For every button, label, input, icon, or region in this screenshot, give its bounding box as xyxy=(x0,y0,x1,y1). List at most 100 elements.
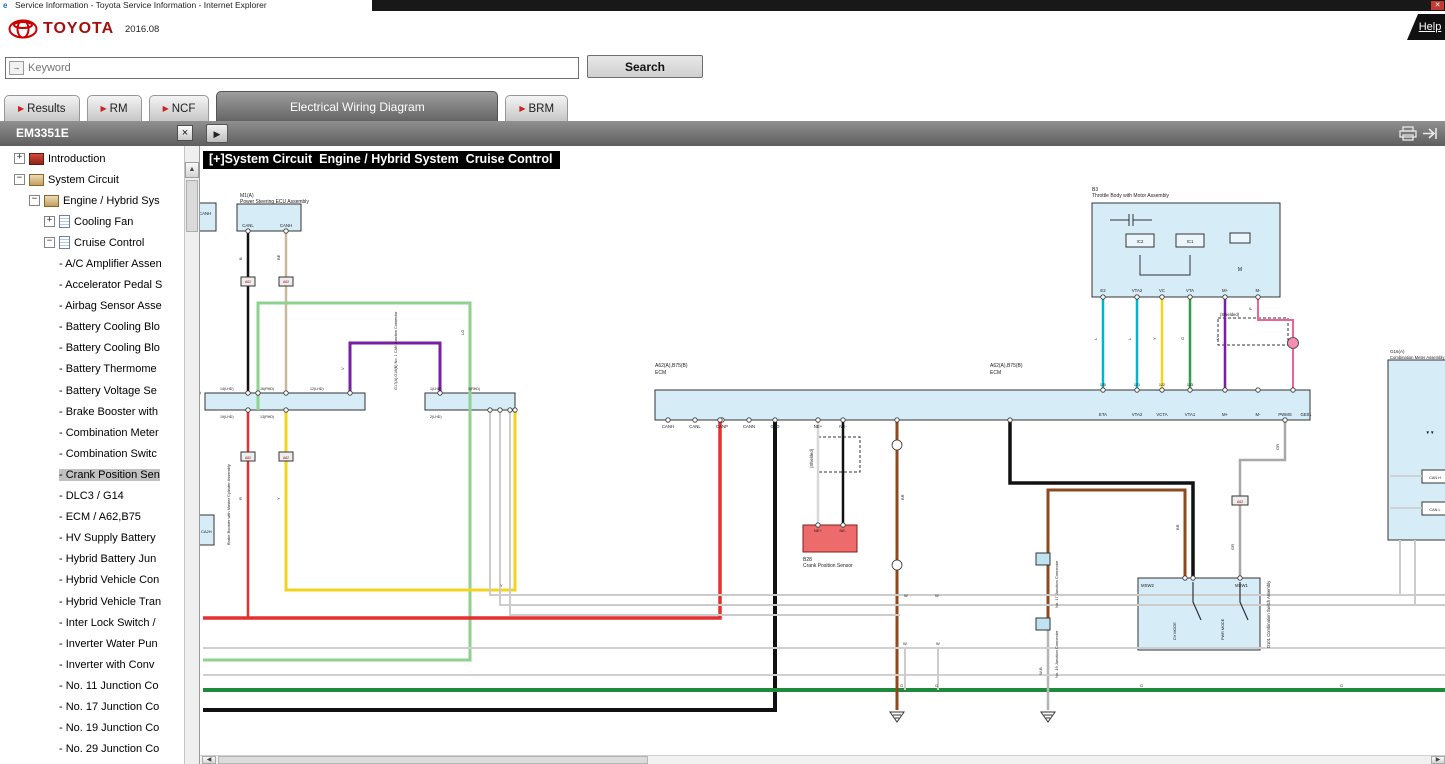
tree-item-hybrid-battery-jun[interactable]: - Hybrid Battery Jun xyxy=(0,549,184,570)
diagram-wire xyxy=(490,410,1445,595)
diagram-label: ETA xyxy=(1099,412,1107,417)
scroll-up-icon[interactable]: ▲ xyxy=(185,162,199,178)
scroll-left-icon[interactable]: ◀ xyxy=(202,756,216,764)
tree-item-battery-voltage-se[interactable]: - Battery Voltage Se xyxy=(0,380,184,401)
tree-item-label: - DLC3 / G14 xyxy=(59,490,124,502)
tree-item-label: - Inverter Water Pun xyxy=(59,638,158,650)
diagram-node xyxy=(1256,295,1260,299)
diagram-label: Y xyxy=(1152,337,1157,340)
diagram-label: E2 xyxy=(1100,288,1106,293)
diagram-node xyxy=(1283,418,1287,422)
tab-label: BRM xyxy=(529,103,555,115)
book-open-icon xyxy=(44,195,59,207)
tree-item-inverter-with-conv[interactable]: - Inverter with Conv xyxy=(0,654,184,675)
tree-item-battery-thermome[interactable]: - Battery Thermome xyxy=(0,359,184,380)
tree-item-cooling-fan[interactable]: + Cooling Fan xyxy=(0,211,184,232)
tree-item-label: Cooling Fan xyxy=(74,216,133,228)
tree-item-hybrid-vehicle-tran[interactable]: - Hybrid Vehicle Tran xyxy=(0,591,184,612)
tree-item-no-19-junction-co[interactable]: - No. 19 Junction Co xyxy=(0,718,184,739)
tree-item-inverter-water-pun[interactable]: - Inverter Water Pun xyxy=(0,633,184,654)
diagram-node xyxy=(508,408,512,412)
horizontal-scroll-thumb[interactable] xyxy=(218,756,648,764)
diagram-label: VTA2 xyxy=(1132,288,1143,293)
toyota-emblem-icon xyxy=(8,18,38,40)
diagram-label: D101 Combination Switch Assembly xyxy=(1266,580,1271,648)
tree-item-crank-position-sen[interactable]: - Crank Position Sen xyxy=(0,464,184,485)
diagram-node xyxy=(498,408,502,412)
collapse-icon[interactable]: − xyxy=(44,237,55,248)
tree-item-label: - No. 19 Junction Co xyxy=(59,722,159,734)
sidebar-scroll-thumb[interactable] xyxy=(186,180,198,232)
sidebar-close-button[interactable]: × xyxy=(177,125,193,141)
tree-item-label: - Battery Thermome xyxy=(59,363,157,375)
window-close-button[interactable]: ✕ xyxy=(1431,1,1444,10)
expand-icon[interactable]: + xyxy=(44,216,55,227)
tree-item-dlc3-g14[interactable]: - DLC3 / G14 xyxy=(0,486,184,507)
tree-item-engine-hybrid-sys[interactable]: −Engine / Hybrid Sys xyxy=(0,190,184,211)
diagram-label: Throttle Body with Motor Assembly xyxy=(1092,193,1169,199)
tab-rm[interactable]: ▶RM xyxy=(87,95,142,121)
tree-item-label: - ECM / A62,B75 xyxy=(59,511,141,523)
app-header: TOYOTA 2016.08 Help xyxy=(0,11,1445,50)
tree-item-introduction[interactable]: +Introduction xyxy=(0,148,184,169)
diagram-node xyxy=(693,418,697,422)
keyword-input[interactable] xyxy=(26,58,578,78)
tree-item-combination-switc[interactable]: - Combination Switc xyxy=(0,443,184,464)
wiring-diagram-svg: M1(A)Power Steering ECU AssemblyCANLCANH… xyxy=(200,170,1445,755)
tree-item-brake-booster-with[interactable]: - Brake Booster with xyxy=(0,401,184,422)
tree-item-no-17-junction-co[interactable]: - No. 17 Junction Co xyxy=(0,696,184,717)
tree: +Introduction−System Circuit−Engine / Hy… xyxy=(0,148,184,764)
search-button[interactable]: Search xyxy=(587,55,703,78)
diagram-label: P xyxy=(1248,307,1253,310)
tree-item-ecm-a62-b75[interactable]: - ECM / A62,B75 xyxy=(0,507,184,528)
diagram-label: VC xyxy=(1159,288,1165,293)
tree-item-no-29-junction-co[interactable]: - No. 29 Junction Co xyxy=(0,739,184,760)
tab-results[interactable]: ▶Results xyxy=(4,95,80,121)
diagram-box xyxy=(200,203,216,231)
diagram-label: B xyxy=(238,257,243,260)
sidebar-toggle-button[interactable]: ▶ xyxy=(206,124,228,143)
scroll-right-icon[interactable]: ▶ xyxy=(1431,756,1445,764)
collapse-icon[interactable]: − xyxy=(14,174,25,185)
tree-item-airbag-sensor-asse[interactable]: - Airbag Sensor Asse xyxy=(0,296,184,317)
tab-label: Results xyxy=(27,103,65,115)
tree-item-no-11-junction-co[interactable]: - No. 11 Junction Co xyxy=(0,675,184,696)
tree-item-battery-cooling-blo[interactable]: - Battery Cooling Blo xyxy=(0,338,184,359)
window-title: Service Information - Toyota Service Inf… xyxy=(15,0,267,11)
tree-item-label: Cruise Control xyxy=(74,237,144,249)
print-icon[interactable] xyxy=(1399,126,1417,141)
window-controls-strip: ✕ xyxy=(372,0,1445,11)
tree-item-hv-supply-battery[interactable]: - HV Supply Battery xyxy=(0,528,184,549)
diagram-label: W xyxy=(904,593,908,598)
toyota-wordmark: TOYOTA xyxy=(43,20,114,38)
diagram-label: BE xyxy=(276,254,281,260)
tree-item-accelerator-pedal-s[interactable]: - Accelerator Pedal S xyxy=(0,275,184,296)
help-button[interactable]: Help xyxy=(1407,14,1445,40)
diagram-node xyxy=(284,408,288,412)
tree-item-system-circuit[interactable]: −System Circuit xyxy=(0,169,184,190)
tab-electrical-wiring-diagram[interactable]: Electrical Wiring Diagram xyxy=(216,91,498,121)
diagram-label: VTA1 xyxy=(1185,412,1196,417)
diagram-node xyxy=(284,229,288,233)
tree-item-inter-lock-switch[interactable]: - Inter Lock Switch / xyxy=(0,612,184,633)
tree-item-combination-meter[interactable]: - Combination Meter xyxy=(0,422,184,443)
export-arrow-icon[interactable] xyxy=(1421,126,1439,141)
sidebar-scrollbar[interactable]: ▲ xyxy=(184,146,199,764)
diagram-label: CANH xyxy=(280,223,292,228)
tab-ncf[interactable]: ▶NCF xyxy=(149,95,210,121)
horizontal-scrollbar[interactable]: ◀ ▶ xyxy=(200,755,1445,764)
diagram-label: 1(LHD) xyxy=(430,387,442,391)
page-icon xyxy=(59,215,70,228)
tab-brm[interactable]: ▶BRM xyxy=(505,95,568,121)
tree-item-battery-cooling-blo[interactable]: - Battery Cooling Blo xyxy=(0,317,184,338)
diagram-label: 120 xyxy=(1100,383,1106,387)
tree-item-hybrid-vehicle-con[interactable]: - Hybrid Vehicle Con xyxy=(0,570,184,591)
diagram-label: GE01 xyxy=(1301,412,1313,417)
diagram-label: MSW1 xyxy=(1235,583,1249,588)
expand-icon[interactable]: + xyxy=(14,153,25,164)
tree-item-cruise-control[interactable]: − Cruise Control xyxy=(0,232,184,253)
collapse-icon[interactable]: − xyxy=(29,195,40,206)
diagram-label: NE- xyxy=(839,424,847,429)
diagram-node xyxy=(1256,388,1260,392)
tree-item-a-c-amplifier-assen[interactable]: - A/C Amplifier Assen xyxy=(0,253,184,274)
